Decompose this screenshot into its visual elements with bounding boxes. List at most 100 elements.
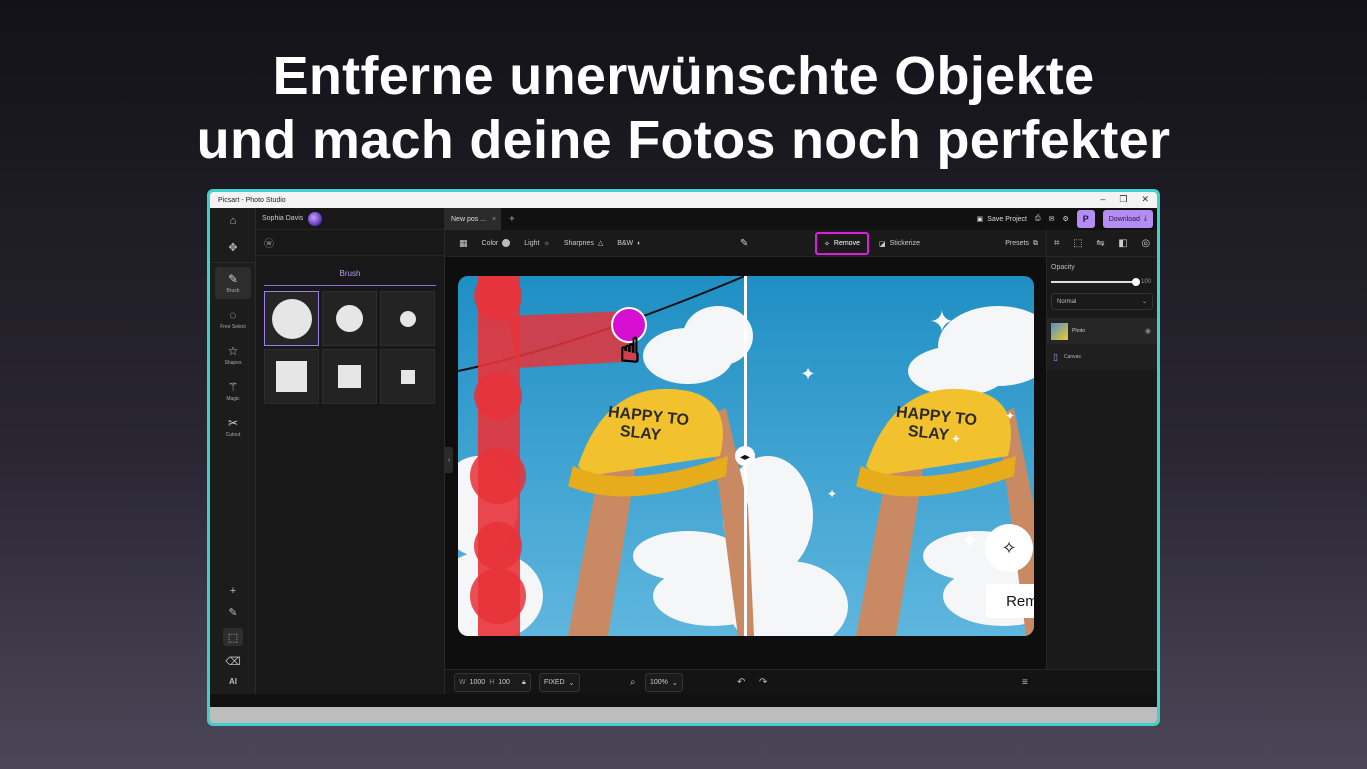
svg-text:✦: ✦ [961,528,979,553]
zoom-icon[interactable]: ⌕ [630,673,636,692]
add-icon[interactable]: + [230,585,236,597]
window-bottom-strip [210,707,1157,723]
blend-mode-value: Normal [1057,298,1077,305]
flip-icon[interactable]: ⇋ [1096,238,1104,249]
split-icon[interactable]: ◧ [1118,238,1127,249]
opacity-slider-knob[interactable] [1132,278,1140,286]
remove-badge-label[interactable]: Remove [986,584,1034,618]
brush-round-large[interactable] [264,291,319,346]
light-button[interactable]: Light ☼ [524,240,550,247]
close-tab-icon[interactable]: × [492,216,496,223]
close-window-button[interactable]: ✕ [1141,194,1149,205]
sharpness-button[interactable]: Sharpnes △ [564,239,603,248]
photo-canvas[interactable]: ☝ HAPPY TO SLAY HAPPY TO SLAY ✦ ✦ ✦ ✦ ✦ … [458,276,1034,636]
settings-icon[interactable]: ⓦ [264,235,274,250]
tab-brush[interactable]: Brush [264,264,436,286]
maximize-button[interactable]: ❐ [1119,194,1127,205]
move-button[interactable]: ✥ [210,234,256,260]
brush-square-large[interactable] [264,349,319,404]
stickerize-label: Stickerize [889,240,920,247]
chevron-down-icon: ⌄ [671,679,678,687]
align-icon[interactable]: ≡ [1022,673,1028,692]
layer-photo[interactable]: Photo ◉ [1047,318,1157,344]
presets-label: Presets [1005,240,1029,247]
collapse-panel-handle[interactable]: ‹ [445,447,453,473]
eraser-sparkle-icon: ✧ [824,240,830,248]
stickerize-button[interactable]: ◪ Stickerize [879,230,920,257]
brush-small-icon[interactable]: ✎ [228,606,237,619]
opacity-slider[interactable]: 100 [1051,278,1157,286]
eye-icon[interactable]: ◉ [1145,327,1151,335]
headline: Entferne unerwünschte Objekte und mach d… [0,44,1367,172]
color-button[interactable]: Color [482,239,511,247]
premium-badge[interactable]: P [1076,210,1095,228]
ai-icon[interactable]: AI [229,677,237,686]
lock-icon[interactable]: 🔒︎ [522,679,526,687]
svg-text:✦: ✦ [827,487,837,501]
document-tab[interactable]: New pos ... × [445,208,501,230]
app-window: Picsart - Photo Studio – ❐ ✕ ⌂ ✥ ✎ Brush… [207,189,1160,726]
document-tab-label: New pos ... [451,215,487,223]
layer-canvas[interactable]: ▯ Canvas [1047,344,1157,370]
print-icon[interactable]: ⎙ [1035,215,1041,223]
transform-icon[interactable]: ⬚ [1073,238,1082,249]
opacity-label: Opacity [1051,264,1075,271]
new-tab-button[interactable]: + [509,214,515,225]
presets-button[interactable]: Presets ⧉ [1005,230,1038,257]
free-select-icon: ◌ [229,307,237,322]
undo-icon[interactable]: ↶ [737,673,745,692]
width-value[interactable]: 1000 [470,679,486,686]
crop-icon[interactable]: ⌗ [1054,238,1060,249]
height-value[interactable]: 100 [498,679,510,686]
panel-subheader: ⓦ [256,230,444,256]
title-bar: Picsart - Photo Studio – ❐ ✕ [210,192,1157,208]
remove-button[interactable]: ✧ Remove [815,232,869,255]
brush-square-small[interactable] [380,349,435,404]
brush-round-small[interactable] [380,291,435,346]
gear-icon[interactable]: ⚙ [1062,215,1068,223]
sticker-icon: ◪ [879,240,886,248]
bw-button[interactable]: B&W ◐ [617,240,641,247]
brush-square-medium[interactable] [322,349,377,404]
brush-round-medium[interactable] [322,291,377,346]
home-button[interactable]: ⌂ [210,208,256,234]
tool-brush[interactable]: ✎ Brush [215,267,251,299]
save-project-label: Save Project [987,215,1027,223]
window-title: Picsart - Photo Studio [218,196,286,204]
camera-icon[interactable]: ◎ [1141,238,1150,249]
pen-icon[interactable]: ✎ [740,230,748,257]
home-icon: ⌂ [229,215,237,227]
zoom-select[interactable]: 100% ⌄ [645,673,683,692]
headline-line-1: Entferne unerwünschte Objekte [272,46,1095,106]
tool-magic[interactable]: ⚚ Magic [215,375,251,407]
save-project-button[interactable]: ▣ Save Project [977,215,1027,224]
blend-mode-select[interactable]: Normal ⌄ [1051,293,1153,310]
move-icon: ✥ [228,241,238,254]
eraser-icon[interactable]: ⌫ [225,655,241,668]
grid-icon[interactable]: ▦ [459,238,468,249]
chevron-down-icon: ⌄ [1141,299,1147,305]
redo-icon[interactable]: ↷ [759,673,767,692]
layer-thumbnail [1051,322,1068,340]
download-button[interactable]: Download ⤓ [1102,210,1153,228]
user-row[interactable]: Sophia Davis [256,208,444,230]
tool-label: Free Select [220,323,246,330]
brush-panel: Sophia Davis ⓦ Brush [256,208,445,694]
remove-badge-icon[interactable]: ✧ [985,524,1033,572]
tool-label: Shapes [224,359,242,366]
size-mode-select[interactable]: FIXED ⌄ [539,673,580,692]
mail-icon[interactable]: ✉ [1049,215,1055,223]
headline-line-2: und mach deine Fotos noch perfekter [196,110,1171,170]
tool-shapes[interactable]: ☆ Shapes [215,339,251,371]
magic-icon: ⚚ [227,379,239,394]
layer-name: Photo [1072,328,1086,334]
minimize-button[interactable]: – [1100,194,1105,205]
avatar[interactable] [308,211,323,226]
selection-icon[interactable]: ⬚ [223,628,243,646]
user-name: Sophia Davis [262,215,304,222]
opacity-value: 100 [1141,279,1152,285]
size-fields[interactable]: W 1000 H 100 🔒︎ [454,673,531,692]
shapes-icon: ☆ [227,343,239,358]
tool-cutout[interactable]: ✂ Cutout [215,411,251,443]
tool-free-select[interactable]: ◌ Free Select [215,303,251,335]
